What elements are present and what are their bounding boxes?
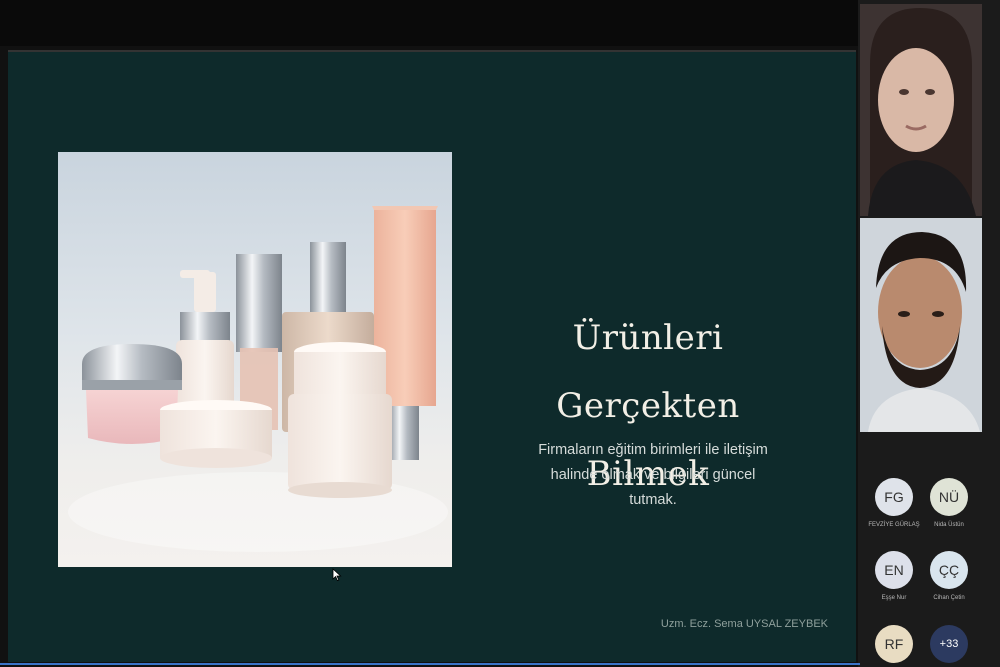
participant-initials: RF (884, 636, 904, 652)
participant-name-nu: Nida Üstün (934, 522, 964, 528)
participant-initials: ÇÇ (938, 562, 960, 578)
meeting-window: Ürünleri Gerçekten Bilmek Firmaların eği… (0, 0, 1000, 667)
slide-footer-author: Uzm. Ecz. Sema UYSAL ZEYBEK (660, 618, 828, 630)
slide-body-line-3: tutmak. (629, 492, 677, 508)
participant-initials: NÜ (938, 489, 960, 505)
more-participants-count: +33 (939, 638, 959, 650)
slide-body-line-1: Firmaların eğitim birimleri ile iletişim (538, 442, 768, 458)
slide-body-text: Firmaların eğitim birimleri ile iletişim… (528, 438, 778, 513)
participant-initials: EN (884, 562, 904, 578)
participant-video-tile-1[interactable] (860, 4, 982, 216)
participant-name-cc: Cihan Çetin (933, 595, 965, 601)
participant-avatar-en[interactable]: EN (875, 551, 913, 589)
participant-avatar-fg[interactable]: FG (875, 478, 913, 516)
top-bar (0, 0, 858, 46)
mouse-pointer-icon (332, 568, 342, 582)
participant-initials: FG (884, 489, 904, 505)
shared-slide: Ürünleri Gerçekten Bilmek Firmaların eği… (8, 50, 856, 662)
participants-panel: FG FEVZİYE GÜRLAŞ NÜ Nida Üstün EN Eşşe … (858, 0, 1000, 667)
participant-1-video (860, 4, 982, 216)
more-participants-button[interactable]: +33 (930, 625, 968, 663)
slide-title-line-1: Ürünleri Gerçekten (556, 318, 740, 426)
participant-video-tile-2[interactable] (860, 218, 982, 432)
cosmetics-illustration (68, 206, 448, 552)
participant-avatar-cc[interactable]: ÇÇ (930, 551, 968, 589)
cosmetics-product-photo (58, 152, 452, 567)
participant-avatar-rf[interactable]: RF (875, 625, 913, 663)
participant-2-video (860, 218, 982, 432)
slide-body-line-2: halinde olmak ve bilgileri güncel (550, 467, 756, 483)
bottom-accent-line (0, 663, 860, 665)
participant-avatar-nu[interactable]: NÜ (930, 478, 968, 516)
